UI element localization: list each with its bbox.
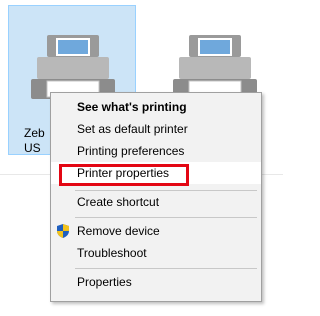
menu-item-properties[interactable]: Properties <box>51 271 261 293</box>
menu-item-set-default-printer[interactable]: Set as default printer <box>51 118 261 140</box>
menu-separator <box>75 268 257 269</box>
menu-item-troubleshoot[interactable]: Troubleshoot <box>51 242 261 264</box>
truncated-header-text <box>0 0 283 4</box>
menu-item-remove-device[interactable]: Remove device <box>51 220 261 242</box>
context-menu: See what's printing Set as default print… <box>50 92 262 302</box>
uac-shield-icon <box>57 224 69 238</box>
red-highlight-box <box>59 164 189 186</box>
menu-separator <box>75 217 257 218</box>
menu-item-create-shortcut[interactable]: Create shortcut <box>51 191 261 213</box>
menu-item-see-whats-printing[interactable]: See what's printing <box>51 96 261 118</box>
menu-item-label: Remove device <box>77 224 160 238</box>
printer-label: Zeb US <box>24 126 45 155</box>
menu-item-printing-preferences[interactable]: Printing preferences <box>51 140 261 162</box>
